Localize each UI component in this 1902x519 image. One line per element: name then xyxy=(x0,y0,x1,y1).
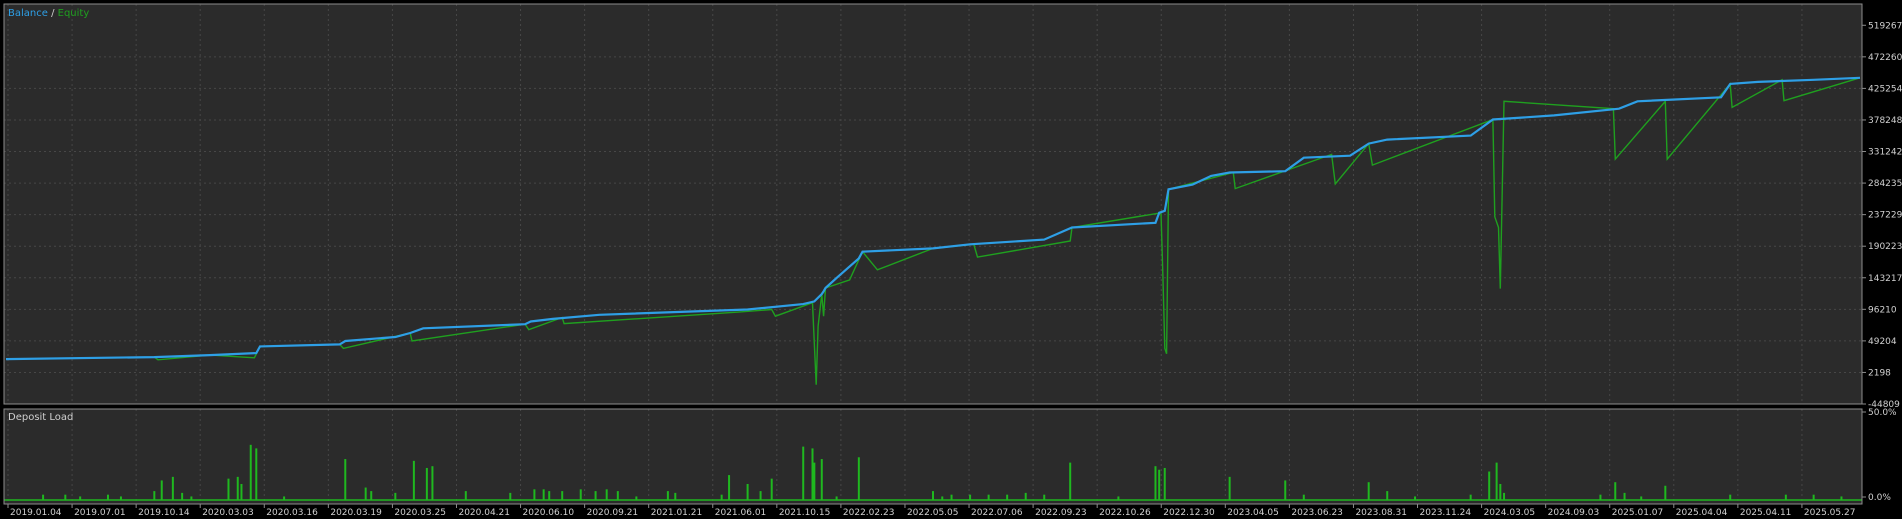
x-tick-label: 2023.04.05 xyxy=(1227,508,1279,518)
x-tick-label: 2025.05.27 xyxy=(1804,508,1856,518)
x-tick-label: 2020.03.16 xyxy=(266,508,318,518)
x-tick-label: 2020.03.25 xyxy=(394,508,446,518)
x-tick-label: 2020.03.03 xyxy=(202,508,254,518)
y-tick-label: 190223 xyxy=(1868,242,1902,252)
x-tick-label: 2024.09.03 xyxy=(1548,508,1600,518)
x-tick-label: 2019.07.01 xyxy=(74,508,126,518)
x-tick-label: 2021.01.21 xyxy=(651,508,703,518)
x-tick-label: 2022.12.30 xyxy=(1163,508,1215,518)
x-tick-label: 2020.03.19 xyxy=(330,508,382,518)
y-tick-label: 96210 xyxy=(1868,305,1897,315)
y-tick-label: 378248 xyxy=(1868,116,1902,126)
y-tick-label-sub: 0.0% xyxy=(1868,493,1891,503)
deposit-load-plot-area xyxy=(4,409,1862,504)
legend-equity: Equity xyxy=(58,8,90,19)
legend: Balance / Equity xyxy=(8,8,89,19)
x-tick-label: 2021.06.01 xyxy=(715,508,767,518)
x-tick-label: 2025.01.07 xyxy=(1612,508,1664,518)
x-tick-label: 2020.06.10 xyxy=(523,508,575,518)
x-tick-label: 2022.05.05 xyxy=(907,508,959,518)
legend-separator: / xyxy=(48,8,58,19)
y-tick-label-sub: 50.0% xyxy=(1868,408,1897,418)
x-tick-label: 2025.04.11 xyxy=(1740,508,1792,518)
chart-canvas: 519267 472260 425254 378248 331242 284235 2372… xyxy=(0,0,1902,519)
x-tick-label: 2024.03.05 xyxy=(1484,508,1536,518)
y-tick-label: 237229 xyxy=(1868,211,1902,221)
x-tick-label: 2020.04.21 xyxy=(458,508,510,518)
deposit-load-title: Deposit Load xyxy=(8,412,73,423)
x-tick-label: 2025.04.04 xyxy=(1676,508,1728,518)
y-tick-label: 49204 xyxy=(1868,337,1897,347)
x-tick-label: 2019.10.14 xyxy=(138,508,190,518)
x-tick-label: 2023.11.24 xyxy=(1420,508,1472,518)
x-tick-label: 2022.07.06 xyxy=(971,508,1023,518)
y-tick-label: 2198 xyxy=(1868,368,1891,378)
y-tick-label: 331242 xyxy=(1868,148,1902,158)
y-tick-label: 519267 xyxy=(1868,21,1902,31)
y-tick-label: 472260 xyxy=(1868,53,1902,63)
y-tick-label: 425254 xyxy=(1868,84,1902,94)
x-tick-label: 2023.06.23 xyxy=(1291,508,1343,518)
main-plot-area xyxy=(4,4,1862,404)
legend-balance: Balance xyxy=(8,8,48,19)
x-tick-label: 2021.10.15 xyxy=(779,508,831,518)
y-tick-label: 143217 xyxy=(1868,274,1902,284)
x-tick-label: 2022.09.23 xyxy=(1035,508,1087,518)
y-tick-label: 284235 xyxy=(1868,179,1902,189)
x-tick-label: 2022.02.23 xyxy=(843,508,895,518)
x-tick-label: 2022.10.26 xyxy=(1099,508,1151,518)
x-tick-label: 2023.08.31 xyxy=(1355,508,1407,518)
x-tick-label: 2019.01.04 xyxy=(10,508,62,518)
x-tick-label: 2020.09.21 xyxy=(587,508,639,518)
